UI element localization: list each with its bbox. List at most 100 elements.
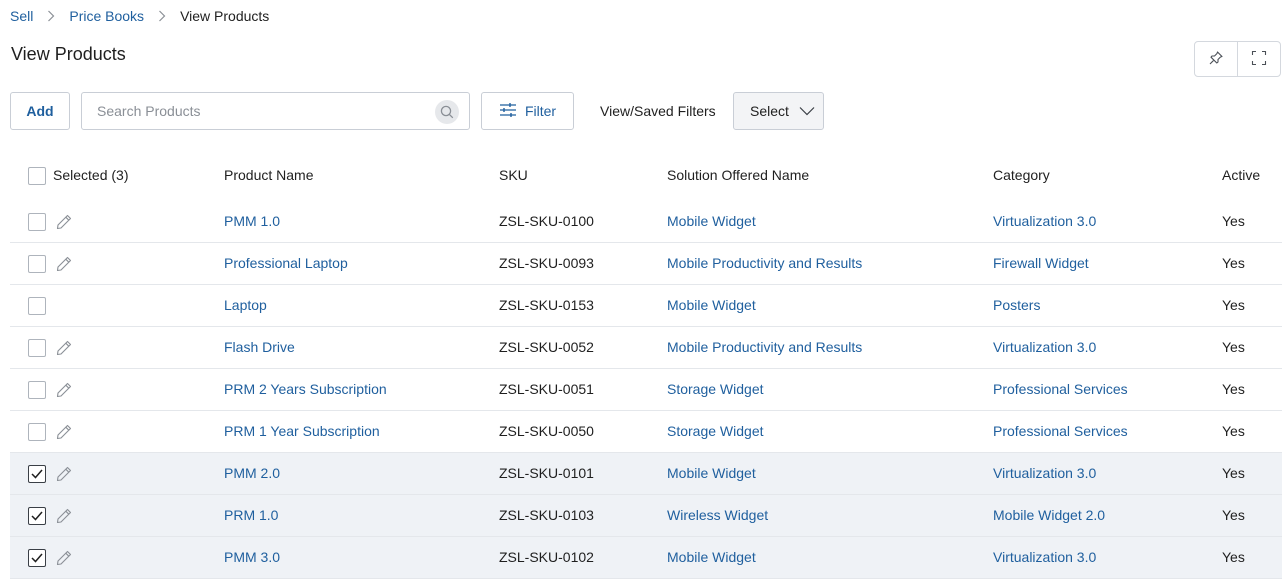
- search-input[interactable]: [82, 93, 427, 129]
- table-row: PMM 2.0 ZSL-SKU-0101 Mobile Widget Virtu…: [10, 453, 1282, 495]
- product-name-link[interactable]: PMM 3.0: [224, 537, 280, 578]
- row-checkbox[interactable]: [28, 381, 46, 399]
- sku-cell: ZSL-SKU-0103: [499, 507, 594, 523]
- table-row: PMM 1.0 ZSL-SKU-0100 Mobile Widget Virtu…: [10, 201, 1282, 243]
- active-cell: Yes: [1222, 549, 1245, 565]
- sku-cell: ZSL-SKU-0100: [499, 213, 594, 229]
- table-row: Professional Laptop ZSL-SKU-0093 Mobile …: [10, 243, 1282, 285]
- solution-link[interactable]: Storage Widget: [667, 369, 764, 410]
- category-link[interactable]: Professional Services: [993, 411, 1128, 452]
- product-name-link[interactable]: PRM 1 Year Subscription: [224, 411, 380, 452]
- pencil-icon[interactable]: [55, 381, 73, 399]
- breadcrumb: Sell Price Books View Products: [10, 6, 269, 26]
- row-checkbox[interactable]: [28, 507, 46, 525]
- search-box: [81, 92, 470, 130]
- table-header: Selected (3) Product Name SKU Solution O…: [10, 155, 1282, 197]
- category-link[interactable]: Professional Services: [993, 369, 1128, 410]
- product-name-link[interactable]: Professional Laptop: [224, 243, 348, 284]
- sku-cell: ZSL-SKU-0052: [499, 339, 594, 355]
- solution-link[interactable]: Storage Widget: [667, 411, 764, 452]
- row-checkbox[interactable]: [28, 423, 46, 441]
- category-link[interactable]: Posters: [993, 285, 1040, 326]
- active-cell: Yes: [1222, 297, 1245, 313]
- table-row: PRM 2 Years Subscription ZSL-SKU-0051 St…: [10, 369, 1282, 411]
- active-cell: Yes: [1222, 255, 1245, 271]
- row-checkbox[interactable]: [28, 255, 46, 273]
- column-header-category[interactable]: Category: [993, 155, 1050, 196]
- solution-link[interactable]: Mobile Productivity and Results: [667, 243, 862, 284]
- category-link[interactable]: Virtualization 3.0: [993, 201, 1096, 242]
- column-header-sku[interactable]: SKU: [499, 155, 528, 196]
- filter-label: Filter: [524, 103, 557, 119]
- category-link[interactable]: Virtualization 3.0: [993, 453, 1096, 494]
- active-cell: Yes: [1222, 507, 1245, 523]
- sliders-icon: [499, 102, 517, 121]
- sku-cell: ZSL-SKU-0050: [499, 423, 594, 439]
- row-checkbox[interactable]: [28, 213, 46, 231]
- row-checkbox[interactable]: [28, 549, 46, 567]
- header-actions: [1194, 41, 1281, 77]
- pencil-icon[interactable]: [55, 465, 73, 483]
- table-row: PRM 1 Year Subscription ZSL-SKU-0050 Sto…: [10, 411, 1282, 453]
- category-link[interactable]: Virtualization 3.0: [993, 327, 1096, 368]
- search-icon[interactable]: [435, 100, 459, 124]
- select-all-checkbox[interactable]: [28, 167, 46, 185]
- pencil-icon[interactable]: [55, 213, 73, 231]
- fullscreen-icon: [1251, 50, 1267, 69]
- row-checkbox[interactable]: [28, 339, 46, 357]
- page-title: View Products: [11, 44, 126, 64]
- sku-cell: ZSL-SKU-0093: [499, 255, 594, 271]
- solution-link[interactable]: Mobile Widget: [667, 285, 756, 326]
- solution-link[interactable]: Wireless Widget: [667, 495, 768, 536]
- table-row: Flash Drive ZSL-SKU-0052 Mobile Producti…: [10, 327, 1282, 369]
- chevron-down-icon: [799, 103, 815, 119]
- sku-cell: ZSL-SKU-0051: [499, 381, 594, 397]
- active-cell: Yes: [1222, 339, 1245, 355]
- solution-link[interactable]: Mobile Widget: [667, 537, 756, 578]
- active-cell: Yes: [1222, 213, 1245, 229]
- solution-link[interactable]: Mobile Widget: [667, 201, 756, 242]
- category-link[interactable]: Virtualization 3.0: [993, 537, 1096, 578]
- product-name-link[interactable]: Flash Drive: [224, 327, 295, 368]
- row-checkbox[interactable]: [28, 465, 46, 483]
- table-row: PRM 1.0 ZSL-SKU-0103 Wireless Widget Mob…: [10, 495, 1282, 537]
- saved-filters-select[interactable]: Select: [733, 92, 824, 130]
- breadcrumb-view-products: View Products: [180, 8, 270, 24]
- filter-button[interactable]: Filter: [481, 92, 574, 130]
- category-link[interactable]: Mobile Widget 2.0: [993, 495, 1105, 536]
- active-cell: Yes: [1222, 381, 1245, 397]
- sku-cell: ZSL-SKU-0153: [499, 297, 594, 313]
- product-name-link[interactable]: PRM 1.0: [224, 495, 278, 536]
- pencil-icon[interactable]: [55, 423, 73, 441]
- fullscreen-button[interactable]: [1237, 42, 1280, 76]
- row-checkbox[interactable]: [28, 297, 46, 315]
- product-name-link[interactable]: PMM 1.0: [224, 201, 280, 242]
- add-button[interactable]: Add: [10, 92, 70, 130]
- pencil-icon[interactable]: [55, 549, 73, 567]
- product-name-link[interactable]: PMM 2.0: [224, 453, 280, 494]
- saved-filters-label: View/Saved Filters: [600, 103, 716, 119]
- column-header-solution[interactable]: Solution Offered Name: [667, 155, 809, 196]
- breadcrumb-sell[interactable]: Sell: [10, 8, 33, 24]
- breadcrumb-price-books[interactable]: Price Books: [69, 8, 144, 24]
- sku-cell: ZSL-SKU-0101: [499, 465, 594, 481]
- chevron-right-icon: [158, 10, 166, 22]
- pencil-icon[interactable]: [55, 255, 73, 273]
- solution-link[interactable]: Mobile Productivity and Results: [667, 327, 862, 368]
- chevron-right-icon: [47, 10, 55, 22]
- product-name-link[interactable]: PRM 2 Years Subscription: [224, 369, 387, 410]
- pencil-icon[interactable]: [55, 507, 73, 525]
- solution-link[interactable]: Mobile Widget: [667, 453, 756, 494]
- column-header-selected: Selected (3): [53, 167, 129, 183]
- sku-cell: ZSL-SKU-0102: [499, 549, 594, 565]
- column-header-product-name[interactable]: Product Name: [224, 155, 313, 196]
- select-value: Select: [750, 103, 789, 119]
- pin-button[interactable]: [1195, 42, 1237, 76]
- column-header-active[interactable]: Active: [1222, 155, 1260, 196]
- product-name-link[interactable]: Laptop: [224, 285, 267, 326]
- pencil-icon[interactable]: [55, 339, 73, 357]
- active-cell: Yes: [1222, 465, 1245, 481]
- category-link[interactable]: Firewall Widget: [993, 243, 1089, 284]
- table-row: PMM 3.0 ZSL-SKU-0102 Mobile Widget Virtu…: [10, 537, 1282, 579]
- toolbar: Add Filter View/Saved Filters Select: [10, 92, 830, 130]
